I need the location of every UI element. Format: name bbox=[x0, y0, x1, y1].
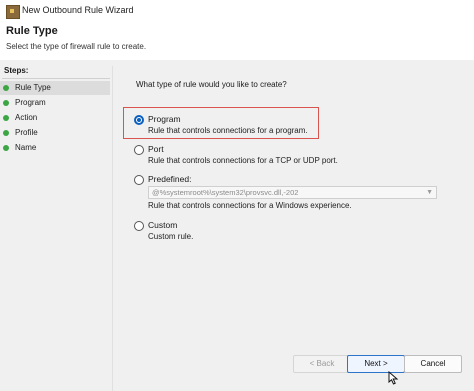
predefined-select[interactable]: @%systemroot%\system32\provsvc.dll,-202 … bbox=[148, 186, 437, 199]
option-description: Rule that controls connections for a pro… bbox=[148, 126, 308, 135]
predefined-select-value: @%systemroot%\system32\provsvc.dll,-202 bbox=[152, 188, 299, 197]
steps-panel: Steps: Rule Type Program Action Profile … bbox=[0, 66, 113, 391]
wizard-header: Rule Type Select the type of firewall ru… bbox=[0, 22, 474, 61]
page-title: Rule Type bbox=[6, 25, 58, 37]
step-label: Rule Type bbox=[15, 83, 51, 92]
steps-divider bbox=[2, 78, 110, 79]
predefined-radio[interactable] bbox=[134, 175, 144, 185]
cancel-button[interactable]: Cancel bbox=[404, 355, 462, 373]
window-title: New Outbound Rule Wizard bbox=[22, 5, 134, 15]
rule-type-question: What type of rule would you like to crea… bbox=[136, 80, 287, 89]
steps-label: Steps: bbox=[4, 66, 29, 75]
program-radio[interactable] bbox=[134, 115, 144, 125]
step-label: Profile bbox=[15, 128, 38, 137]
step-profile[interactable]: Profile bbox=[0, 126, 110, 140]
option-label: Port bbox=[148, 144, 164, 154]
step-name[interactable]: Name bbox=[0, 141, 110, 155]
step-dot-icon bbox=[3, 145, 9, 151]
option-label: Custom bbox=[148, 220, 178, 230]
step-label: Action bbox=[15, 113, 38, 122]
step-dot-icon bbox=[3, 100, 9, 106]
step-dot-icon bbox=[3, 115, 9, 121]
step-label: Program bbox=[15, 98, 46, 107]
back-button[interactable]: < Back bbox=[293, 355, 351, 373]
title-bar[interactable]: New Outbound Rule Wizard bbox=[0, 0, 474, 23]
step-dot-icon bbox=[3, 130, 9, 136]
option-label: Program bbox=[148, 114, 181, 124]
option-description: Rule that controls connections for a TCP… bbox=[148, 156, 338, 165]
wizard-body: Steps: Rule Type Program Action Profile … bbox=[0, 60, 474, 391]
port-radio[interactable] bbox=[134, 145, 144, 155]
chevron-down-icon: ▼ bbox=[426, 189, 433, 196]
page-subtitle: Select the type of firewall rule to crea… bbox=[6, 42, 147, 51]
option-label: Predefined: bbox=[148, 174, 192, 184]
step-action[interactable]: Action bbox=[0, 111, 110, 125]
step-dot-icon bbox=[3, 85, 9, 91]
step-rule-type[interactable]: Rule Type bbox=[0, 81, 110, 95]
firewall-app-icon bbox=[6, 5, 20, 19]
step-label: Name bbox=[15, 143, 37, 152]
wizard-window: New Outbound Rule Wizard Rule Type Selec… bbox=[0, 0, 474, 391]
rule-type-panel: What type of rule would you like to crea… bbox=[120, 72, 470, 382]
custom-radio[interactable] bbox=[134, 221, 144, 231]
mouse-cursor-icon bbox=[388, 371, 399, 385]
option-description: Custom rule. bbox=[148, 232, 194, 241]
option-description: Rule that controls connections for a Win… bbox=[148, 201, 352, 210]
step-program[interactable]: Program bbox=[0, 96, 110, 110]
